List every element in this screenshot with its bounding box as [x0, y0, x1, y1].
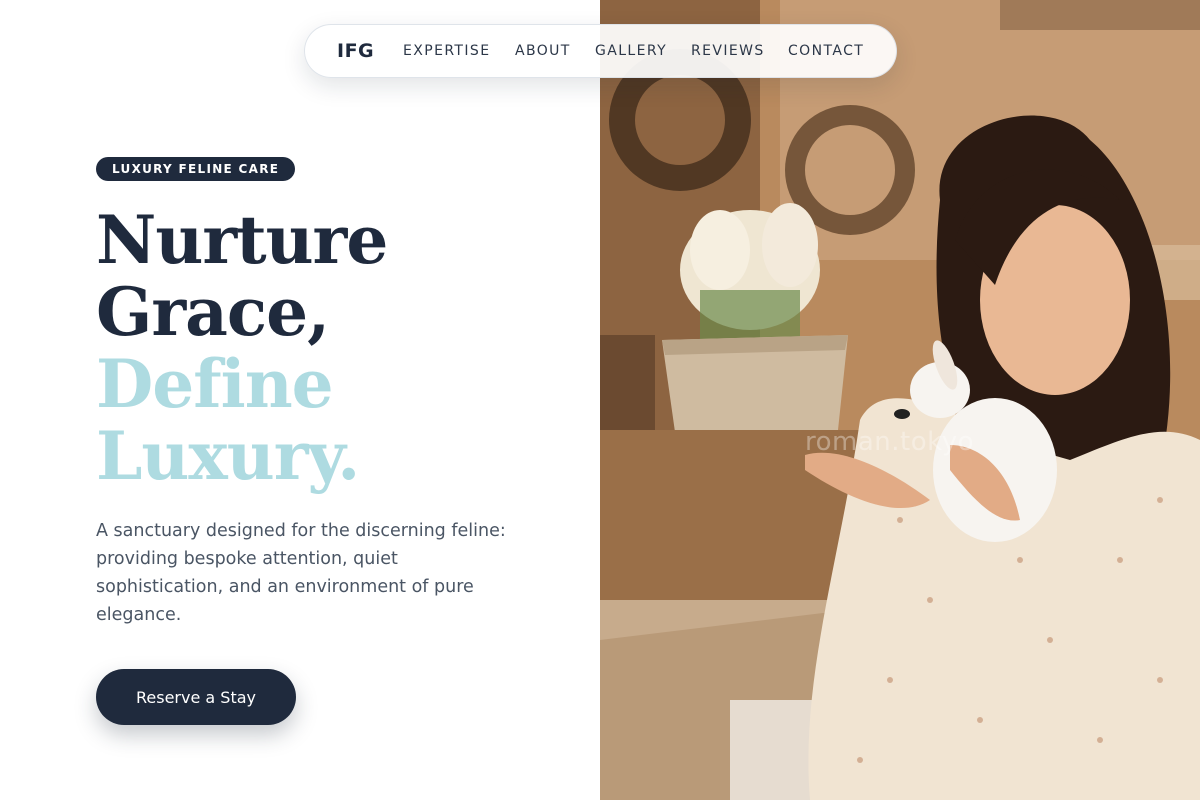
- headline-line-4: Luxury.: [96, 417, 360, 495]
- nav-link-expertise[interactable]: EXPERTISE: [403, 43, 490, 59]
- hero-photo-illustration: [600, 0, 1200, 800]
- photo-watermark: roman.tokyo: [805, 427, 975, 457]
- hero-headline: Nurture Grace, Define Luxury.: [96, 201, 388, 495]
- headline-line-2: Grace,: [96, 273, 330, 351]
- nav-link-about[interactable]: ABOUT: [515, 43, 571, 59]
- category-badge: LUXURY FELINE CARE: [96, 157, 296, 181]
- nav-link-reviews[interactable]: REVIEWS: [691, 43, 765, 59]
- nav-link-contact[interactable]: CONTACT: [788, 43, 864, 59]
- top-navigation: IFG EXPERTISE ABOUT GALLERY REVIEWS CONT…: [304, 24, 897, 78]
- nav-link-gallery[interactable]: GALLERY: [595, 43, 667, 59]
- brand-logo[interactable]: IFG: [337, 40, 374, 62]
- hero-description: A sanctuary designed for the discerning …: [96, 521, 506, 625]
- headline-line-3: Define: [96, 345, 334, 423]
- hero-photo: roman.tokyo: [600, 0, 1200, 800]
- headline-line-1: Nurture: [96, 201, 388, 279]
- reserve-stay-button[interactable]: Reserve a Stay: [96, 669, 296, 725]
